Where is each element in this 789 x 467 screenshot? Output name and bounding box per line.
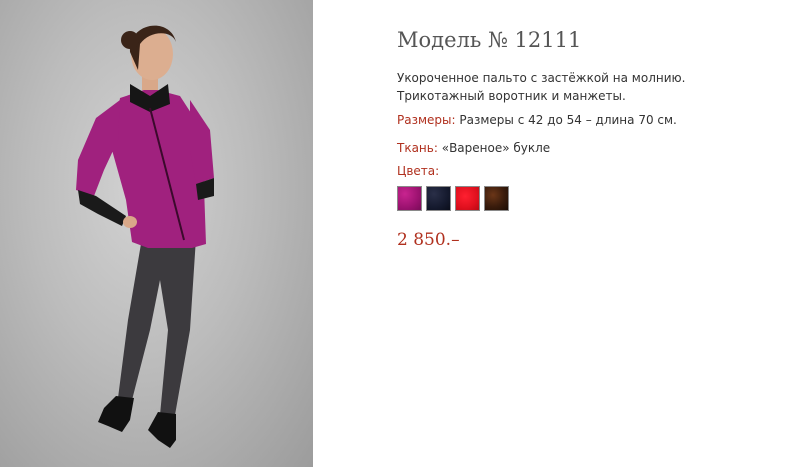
color-swatch-brown[interactable] <box>484 186 509 211</box>
fabric-label: Ткань: <box>397 141 438 155</box>
sizes-label: Размеры: <box>397 113 456 127</box>
product-title: Модель № 12111 <box>397 28 582 52</box>
fabric-value: «Вареное» букле <box>441 141 551 155</box>
model-illustration <box>76 25 214 448</box>
color-swatch-red[interactable] <box>455 186 480 211</box>
color-swatch-magenta[interactable] <box>397 186 422 211</box>
product-photo <box>0 0 313 467</box>
sizes-value: Размеры с 42 до 54 – длина 70 см. <box>459 113 677 127</box>
sizes-row: Размеры: Размеры с 42 до 54 – длина 70 с… <box>397 111 677 129</box>
fabric-row: Ткань: «Вареное» букле <box>397 139 550 157</box>
product-price: 2 850.– <box>397 230 460 250</box>
color-swatch-navy[interactable] <box>426 186 451 211</box>
product-description: Укороченное пальто с застёжкой на молнию… <box>397 71 686 103</box>
color-swatches <box>397 186 509 211</box>
colors-label: Цвета: <box>397 164 440 178</box>
